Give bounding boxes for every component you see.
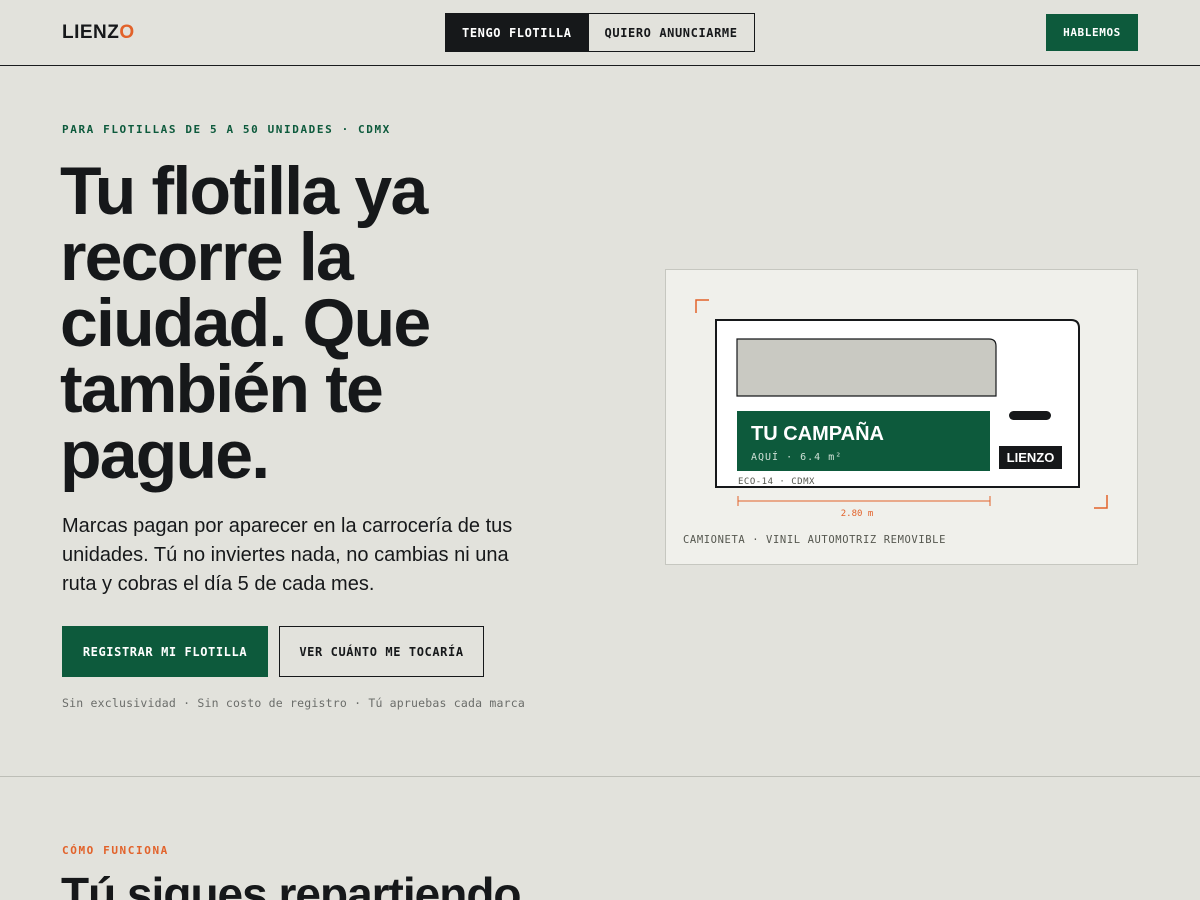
van-illustration-card: TU CAMPAÑA AQUÍ · 6.4 m² LIENZO ECO-14 ·…	[665, 269, 1138, 565]
badge-text: LIENZO	[1007, 450, 1055, 465]
door-handle	[1009, 411, 1051, 420]
hero-lede: Marcas pagan por aparecer en la carrocer…	[62, 515, 513, 595]
hero-headline: Tu flotilla ya recorre la ciudad. Que ta…	[60, 153, 431, 493]
how-title: Tú sigues repartiendo.	[61, 868, 533, 900]
section-divider	[0, 776, 1200, 777]
corner-bracket-top-left	[695, 299, 709, 313]
van-illustration: TU CAMPAÑA AQUÍ · 6.4 m² LIENZO ECO-14 ·…	[695, 299, 1108, 519]
logo-accent: O	[119, 22, 135, 43]
hero-fineprint: Sin exclusividad · Sin costo de registro…	[62, 696, 526, 710]
hablemos-button[interactable]: HABLEMOS	[1046, 14, 1138, 51]
unit-id: ECO-14 · CDMX	[738, 477, 815, 487]
campaign-title: TU CAMPAÑA	[751, 422, 884, 445]
dimension-label: 2.80 m	[841, 509, 874, 519]
logo-text: LIENZ	[62, 22, 120, 43]
van-window	[736, 338, 997, 397]
corner-bracket-bottom-right	[1094, 495, 1108, 509]
audience-toggle: TENGO FLOTILLA QUIERO ANUNCIARME	[445, 13, 755, 52]
site-header: LIENZO TENGO FLOTILLA QUIERO ANUNCIARME …	[0, 0, 1200, 66]
card-caption: CAMIONETA · VINIL AUTOMOTRIZ REMOVIBLE	[683, 534, 947, 546]
campaign-sub: AQUÍ · 6.4 m²	[751, 450, 842, 463]
register-fleet-button[interactable]: REGISTRAR MI FLOTILLA	[62, 626, 268, 677]
estimate-earnings-button[interactable]: VER CUÁNTO ME TOCARÍA	[279, 626, 484, 677]
how-eyebrow: CÓMO FUNCIONA	[62, 844, 169, 857]
hero-eyebrow: PARA FLOTILLAS DE 5 A 50 UNIDADES · CDMX	[62, 123, 391, 136]
logo[interactable]: LIENZO	[62, 22, 135, 44]
tab-tengo-flotilla[interactable]: TENGO FLOTILLA	[446, 14, 588, 51]
tab-quiero-anunciarme[interactable]: QUIERO ANUNCIARME	[587, 14, 754, 51]
